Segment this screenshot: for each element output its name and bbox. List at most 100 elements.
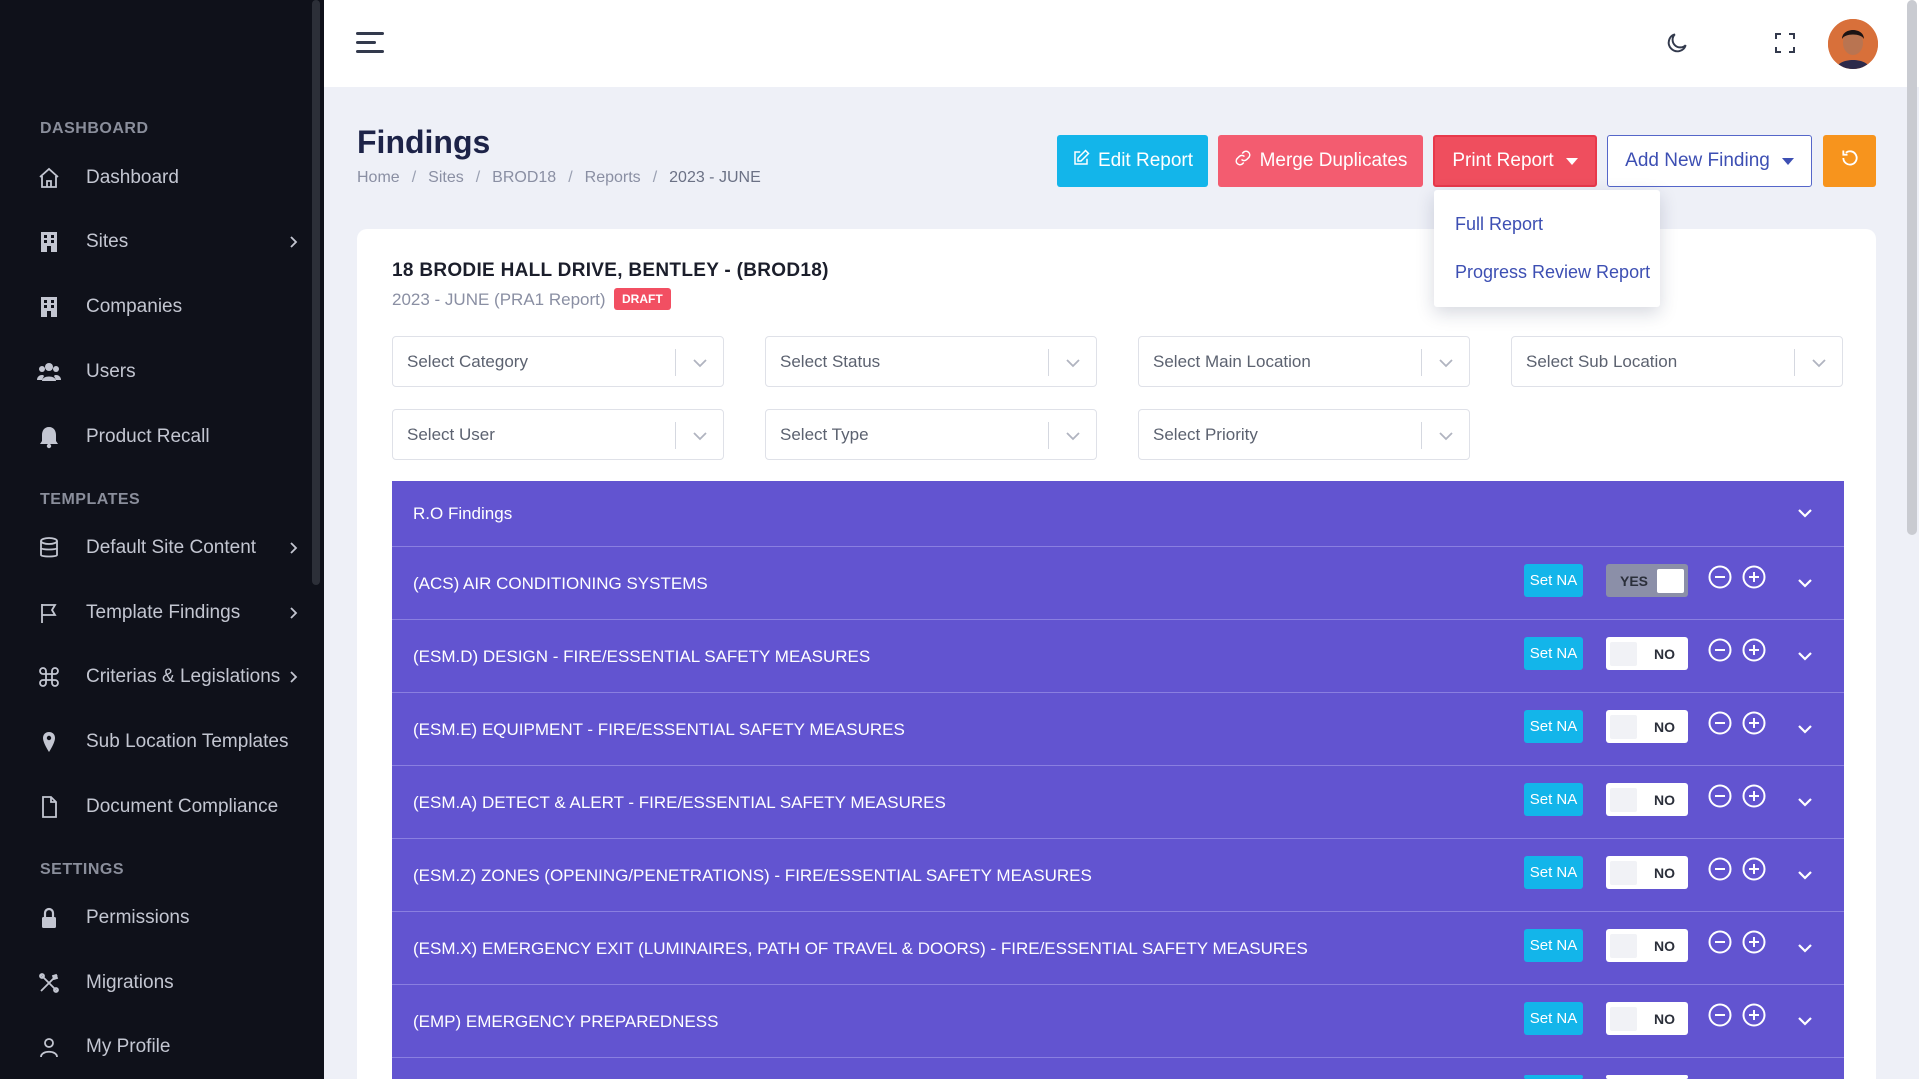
breadcrumb-reports[interactable]: Reports — [585, 169, 641, 187]
command-icon — [37, 665, 61, 689]
page-scrollbar[interactable] — [1907, 0, 1917, 535]
set-na-button[interactable]: Set NA — [1524, 929, 1583, 962]
link-icon — [1234, 149, 1252, 173]
building-icon — [37, 230, 61, 254]
set-na-button-partial[interactable] — [1524, 1075, 1583, 1079]
sidebar-item-migrations[interactable]: Migrations — [0, 958, 312, 1008]
sidebar-item-my-profile[interactable]: My Profile — [0, 1022, 312, 1072]
accordion-header-ro-findings[interactable]: R.O Findings — [392, 481, 1844, 546]
chevron-down-icon[interactable] — [1795, 938, 1815, 958]
edit-report-button[interactable]: Edit Report — [1057, 135, 1208, 187]
accordion-label: (ESM.A) DETECT & ALERT - FIRE/ESSENTIAL … — [413, 793, 946, 812]
toggle-knob — [1610, 1007, 1637, 1031]
sidebar-item-permissions[interactable]: Permissions — [0, 893, 312, 943]
add-new-finding-button[interactable]: Add New Finding — [1607, 135, 1812, 187]
breadcrumb-separator: / — [652, 169, 658, 186]
plus-circle-icon[interactable] — [1741, 783, 1767, 809]
select-placeholder: Select Priority — [1153, 425, 1258, 444]
minus-circle-icon[interactable] — [1707, 710, 1733, 736]
accordion-row-partial[interactable] — [392, 1058, 1844, 1079]
plus-circle-icon[interactable] — [1741, 1002, 1767, 1028]
breadcrumb-home[interactable]: Home — [357, 169, 400, 187]
sidebar-item-label: Product Recall — [86, 426, 210, 447]
sidebar-item-users[interactable]: Users — [0, 347, 312, 397]
sidebar-item-dashboard[interactable]: Dashboard — [0, 153, 312, 203]
chevron-down-icon[interactable] — [1795, 719, 1815, 739]
user-select[interactable]: Select User — [392, 409, 724, 460]
breadcrumb: Home / Sites / BROD18 / Reports / 2023 -… — [357, 169, 761, 187]
avatar[interactable] — [1828, 19, 1878, 69]
accordion-row[interactable]: (ESM.Z) ZONES (OPENING/PENETRATIONS) - F… — [392, 839, 1844, 911]
plus-circle-icon[interactable] — [1741, 564, 1767, 590]
applicability-toggle[interactable]: NO — [1606, 710, 1688, 743]
applicability-toggle[interactable]: YES — [1606, 564, 1688, 597]
sidebar-item-product-recall[interactable]: Product Recall — [0, 412, 312, 462]
sidebar-item-template-findings[interactable]: Template Findings — [0, 588, 312, 638]
status-badge: DRAFT — [614, 288, 671, 310]
set-na-button[interactable]: Set NA — [1524, 710, 1583, 743]
menu-item-progress-review-report[interactable]: Progress Review Report — [1455, 262, 1650, 283]
plus-circle-icon[interactable] — [1741, 637, 1767, 663]
print-report-button[interactable]: Print Report — [1433, 135, 1597, 187]
main-location-select[interactable]: Select Main Location — [1138, 336, 1470, 387]
chevron-down-icon[interactable] — [1795, 573, 1815, 593]
toggle-label: NO — [1654, 1011, 1675, 1027]
accordion-row[interactable]: (ESM.D) DESIGN - FIRE/ESSENTIAL SAFETY M… — [392, 620, 1844, 692]
plus-circle-icon[interactable] — [1741, 710, 1767, 736]
merge-duplicates-button[interactable]: Merge Duplicates — [1218, 135, 1423, 187]
refresh-button[interactable] — [1823, 135, 1876, 187]
minus-circle-icon[interactable] — [1707, 783, 1733, 809]
plus-circle-icon[interactable] — [1741, 929, 1767, 955]
set-na-button[interactable]: Set NA — [1524, 564, 1583, 597]
toggle-knob — [1610, 934, 1637, 958]
set-na-button[interactable]: Set NA — [1524, 856, 1583, 889]
applicability-toggle[interactable]: NO — [1606, 929, 1688, 962]
minus-circle-icon[interactable] — [1707, 856, 1733, 882]
sub-location-select[interactable]: Select Sub Location — [1511, 336, 1843, 387]
sidebar-item-criterias-legislations[interactable]: Criterias & Legislations — [0, 652, 312, 702]
category-select[interactable]: Select Category — [392, 336, 724, 387]
breadcrumb-sites[interactable]: Sites — [428, 169, 464, 187]
sidebar-item-label: My Profile — [86, 1036, 171, 1057]
sidebar-item-companies[interactable]: Companies — [0, 282, 312, 332]
menu-item-full-report[interactable]: Full Report — [1455, 214, 1543, 235]
sidebar-item-sites[interactable]: Sites — [0, 217, 312, 267]
minus-circle-icon[interactable] — [1707, 564, 1733, 590]
sidebar-item-label: Dashboard — [86, 167, 179, 188]
sidebar-item-document-compliance[interactable]: Document Compliance — [0, 782, 312, 832]
sidebar-item-default-site-content[interactable]: Default Site Content — [0, 523, 312, 573]
applicability-toggle[interactable]: NO — [1606, 856, 1688, 889]
set-na-button[interactable]: Set NA — [1524, 637, 1583, 670]
accordion-row[interactable]: (ESM.A) DETECT & ALERT - FIRE/ESSENTIAL … — [392, 766, 1844, 838]
breadcrumb-site[interactable]: BROD18 — [492, 169, 556, 187]
sidebar-scrollbar[interactable] — [312, 0, 320, 585]
minus-circle-icon[interactable] — [1707, 1002, 1733, 1028]
chevron-right-icon — [288, 606, 300, 620]
accordion-row[interactable]: (ESM.E) EQUIPMENT - FIRE/ESSENTIAL SAFET… — [392, 693, 1844, 765]
accordion-row[interactable]: (ESM.X) EMERGENCY EXIT (LUMINAIRES, PATH… — [392, 912, 1844, 984]
applicability-toggle[interactable]: NO — [1606, 637, 1688, 670]
chevron-right-icon — [288, 541, 300, 555]
chevron-down-icon[interactable] — [1795, 1011, 1815, 1031]
set-na-button[interactable]: Set NA — [1524, 1002, 1583, 1035]
accordion-row[interactable]: (ACS) AIR CONDITIONING SYSTEMS Set NA YE… — [392, 547, 1844, 619]
plus-circle-icon[interactable] — [1741, 856, 1767, 882]
chevron-down-icon[interactable] — [1795, 865, 1815, 885]
priority-select[interactable]: Select Priority — [1138, 409, 1470, 460]
fullscreen-icon[interactable] — [1770, 28, 1800, 58]
set-na-button[interactable]: Set NA — [1524, 783, 1583, 816]
menu-toggle-icon[interactable] — [356, 32, 386, 54]
applicability-toggle[interactable]: NO — [1606, 783, 1688, 816]
applicability-toggle[interactable]: NO — [1606, 1002, 1688, 1035]
accordion-row[interactable]: (EMP) EMERGENCY PREPAREDNESS Set NA NO — [392, 985, 1844, 1057]
sidebar-item-sub-location-templates[interactable]: Sub Location Templates — [0, 717, 312, 767]
chevron-down-icon[interactable] — [1795, 646, 1815, 666]
minus-circle-icon[interactable] — [1707, 637, 1733, 663]
status-select[interactable]: Select Status — [765, 336, 1097, 387]
type-select[interactable]: Select Type — [765, 409, 1097, 460]
moon-icon[interactable] — [1662, 28, 1692, 58]
applicability-toggle-partial[interactable] — [1606, 1075, 1688, 1079]
minus-circle-icon[interactable] — [1707, 929, 1733, 955]
chevron-down-icon — [1439, 359, 1453, 368]
chevron-down-icon[interactable] — [1795, 792, 1815, 812]
